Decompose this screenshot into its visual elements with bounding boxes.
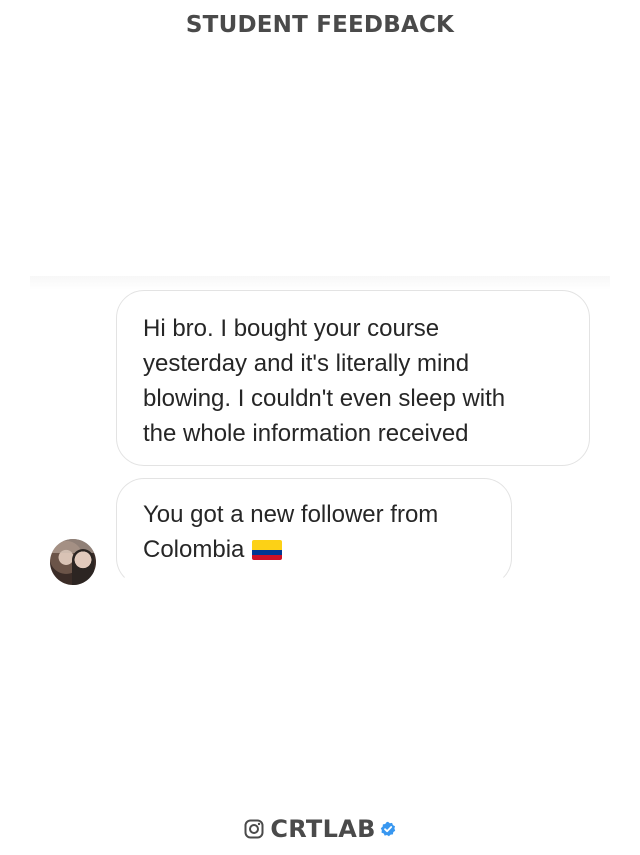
message-line: yesterday and it's literally mind [143, 350, 470, 377]
feedback-card: STUDENT FEEDBACK Hi bro. I bought your c… [0, 0, 640, 855]
message-line: You got a new follower from [143, 501, 439, 528]
thread-fade [30, 586, 610, 606]
message-line: Hi bro. I bought your course [143, 315, 440, 342]
message-line: the whole information received [143, 420, 469, 447]
brand-name: CRTLAB [270, 815, 376, 843]
page-title: STUDENT FEEDBACK [185, 12, 455, 38]
message-line-with-emoji: Colombia [143, 532, 487, 567]
message-line-text: Colombia [143, 536, 245, 563]
message-line: blowing. I couldn't even sleep with [143, 385, 506, 412]
verified-badge-icon [380, 821, 396, 837]
instagram-icon [244, 819, 264, 839]
avatar[interactable] [50, 539, 96, 585]
message-bubble[interactable]: You got a new follower from Colombia [116, 478, 512, 586]
colombia-flag-icon [252, 540, 283, 560]
message-bubble[interactable]: Hi bro. I bought your course yesterday a… [116, 290, 590, 466]
footer-brand: CRTLAB [0, 812, 640, 846]
